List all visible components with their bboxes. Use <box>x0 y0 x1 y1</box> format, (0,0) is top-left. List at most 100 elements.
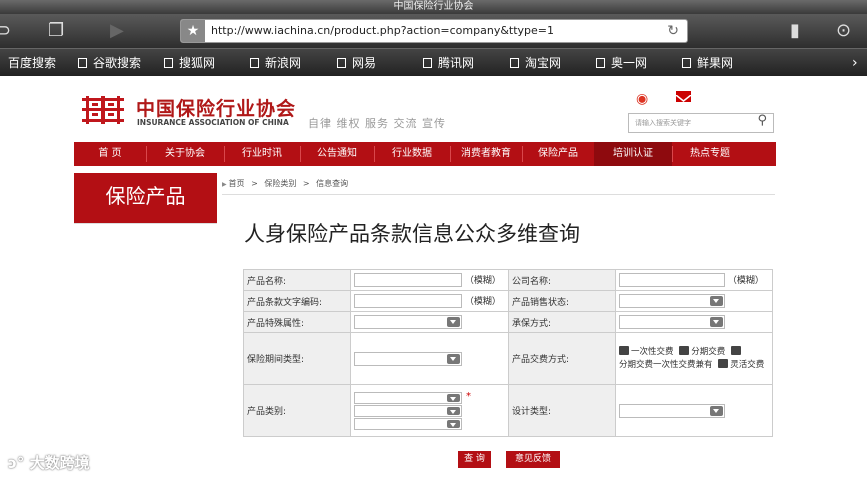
browser-toolbar: ⊃ ❐ ▶ ★ http://www.iachina.cn/product.ph… <box>0 14 867 48</box>
form-label: 承保方式: <box>508 311 616 333</box>
company-name-input[interactable] <box>619 273 725 288</box>
bookmarks-bar: 百度搜索 谷歌搜索 搜狐网 新浪网 网易 腾讯网 淘宝网 奥一网 鲜果网 › <box>0 48 867 76</box>
clause-code-input[interactable] <box>354 294 462 309</box>
search-placeholder: 请输入搜索关键字 <box>635 119 691 127</box>
period-type-select[interactable] <box>354 351 462 366</box>
category-select-1[interactable] <box>354 391 462 404</box>
bookmark-item[interactable]: 新浪网 <box>250 49 301 77</box>
checkbox-label: 分期交费一次性交费兼有 <box>619 359 713 370</box>
nav-item[interactable]: 行业时讯 <box>224 142 300 166</box>
pay-opt3-checkbox[interactable] <box>730 345 741 355</box>
dropdown-arrow-icon <box>447 419 460 428</box>
window-title: 中国保险行业协会 <box>0 0 867 14</box>
form-cell <box>615 290 773 312</box>
form-label: 产品特殊属性: <box>243 311 351 333</box>
divider <box>74 223 217 224</box>
category-select-2[interactable] <box>354 404 462 417</box>
nav-item[interactable]: 培训认证 <box>594 142 672 166</box>
nav-item[interactable]: 关于协会 <box>146 142 224 166</box>
site-search-input[interactable]: 请输入搜索关键字 ⚲ <box>628 113 774 133</box>
bookmark-icon <box>423 58 432 68</box>
form-cell: * <box>350 384 509 437</box>
product-name-input[interactable] <box>354 273 462 288</box>
query-button[interactable]: 查 询 <box>458 451 491 468</box>
category-select-3[interactable] <box>354 417 462 430</box>
bookmark-item[interactable]: 搜狐网 <box>164 49 215 77</box>
bookmark-item[interactable]: 腾讯网 <box>423 49 474 77</box>
sale-status-select[interactable] <box>619 294 725 308</box>
site-name-en: INSURANCE ASSOCIATION OF CHINA <box>137 118 289 127</box>
breadcrumb-category[interactable]: 保险类别 <box>264 179 296 188</box>
fuzzy-hint: （模糊） <box>727 275 764 286</box>
form-label: 设计类型: <box>508 384 616 437</box>
bookmarks-book-icon[interactable]: ▮ <box>790 14 800 48</box>
nav-item[interactable]: 行业数据 <box>374 142 450 166</box>
watermark: ↄ° 大数跨境 <box>8 454 90 472</box>
dropdown-arrow-icon <box>447 393 460 402</box>
chevron-right-icon[interactable]: › <box>852 49 858 77</box>
bookmark-item[interactable]: 谷歌搜索 <box>78 49 141 77</box>
back-icon[interactable]: ⊃ <box>0 14 11 48</box>
menu-chevron-icon[interactable]: ⊙ <box>836 14 851 48</box>
logo-icon <box>82 96 124 124</box>
pay-opt1-checkbox[interactable] <box>619 345 629 355</box>
breadcrumb-sep: > <box>251 179 258 188</box>
bookmark-item[interactable]: 奥一网 <box>596 49 647 77</box>
site-name-cn: 中国保险行业协会 <box>136 98 297 120</box>
breadcrumb-current: 信息查询 <box>316 179 349 188</box>
address-bar[interactable]: ★ http://www.iachina.cn/product.php?acti… <box>180 19 688 43</box>
search-icon[interactable]: ⚲ <box>757 113 767 128</box>
checkbox-label: 一次性交费 <box>631 346 674 357</box>
form-label: 产品名称: <box>243 269 351 291</box>
url-text[interactable]: http://www.iachina.cn/product.php?action… <box>211 20 554 42</box>
form-label: 产品条款文字编码: <box>243 290 351 312</box>
form-cell: （模糊） <box>350 290 509 312</box>
nav-item[interactable]: 热点专题 <box>672 142 748 166</box>
form-label: 产品销售状态: <box>508 290 616 312</box>
weibo-icon[interactable]: ◉ <box>636 91 648 107</box>
dropdown-arrow-icon <box>447 406 460 415</box>
mail-icon[interactable] <box>675 91 692 102</box>
pay-opt2-checkbox[interactable] <box>679 345 690 355</box>
form-cell: （模糊） <box>615 269 773 291</box>
sidebar-title: 保险产品 <box>74 173 217 223</box>
required-mark: * <box>466 390 471 402</box>
fuzzy-hint: （模糊） <box>464 296 501 307</box>
nav-item[interactable]: 消费者教育 <box>450 142 522 166</box>
bookmark-item[interactable]: 淘宝网 <box>510 49 561 77</box>
form-cell <box>615 384 773 437</box>
bookmark-star-icon[interactable]: ★ <box>181 20 205 42</box>
bookmark-icon <box>250 58 259 68</box>
breadcrumb: ▶ 首页 > 保险类别 > 信息查询 <box>222 178 348 189</box>
page-title: 人身保险产品条款信息公众多维查询 <box>244 222 580 246</box>
bookmark-icon <box>510 58 519 68</box>
breadcrumb-sep: > <box>302 179 310 188</box>
bookmark-item[interactable]: 百度搜索 <box>8 49 56 77</box>
form-cell <box>350 311 509 333</box>
nav-item-active[interactable]: 保险产品 <box>522 142 594 166</box>
dropdown-arrow-icon <box>710 317 723 327</box>
underwriting-select[interactable] <box>619 315 725 329</box>
feedback-button[interactable]: 意见反馈 <box>506 451 560 468</box>
query-form: 产品名称: （模糊） 公司名称: （模糊） 产品条款文字编码: （模糊） 产品销… <box>243 269 773 437</box>
bookmark-item[interactable]: 网易 <box>337 49 376 77</box>
forward-icon[interactable]: ▶ <box>110 14 124 48</box>
nav-item[interactable]: 首 页 <box>74 142 146 166</box>
tabs-icon[interactable]: ❐ <box>48 14 64 48</box>
bookmark-icon <box>337 58 346 68</box>
nav-item[interactable]: 公告通知 <box>300 142 374 166</box>
bookmark-icon <box>596 58 605 68</box>
bookmark-icon <box>682 58 691 68</box>
bookmark-item[interactable]: 鲜果网 <box>682 49 733 77</box>
design-type-select[interactable] <box>619 403 725 418</box>
fuzzy-hint: （模糊） <box>464 275 501 286</box>
dropdown-arrow-icon <box>447 317 460 327</box>
form-label: 产品交费方式: <box>508 332 616 385</box>
reload-icon[interactable]: ↻ <box>667 20 679 42</box>
pay-opt4-checkbox[interactable] <box>718 358 729 368</box>
breadcrumb-home[interactable]: 首页 <box>229 179 245 188</box>
main-nav: 首 页 关于协会 行业时讯 公告通知 行业数据 消费者教育 保险产品 培训认证 … <box>74 142 776 166</box>
site-slogan: 自律 维权 服务 交流 宣传 <box>308 117 446 130</box>
special-attr-select[interactable] <box>354 315 462 329</box>
form-cell: （模糊） <box>350 269 509 291</box>
